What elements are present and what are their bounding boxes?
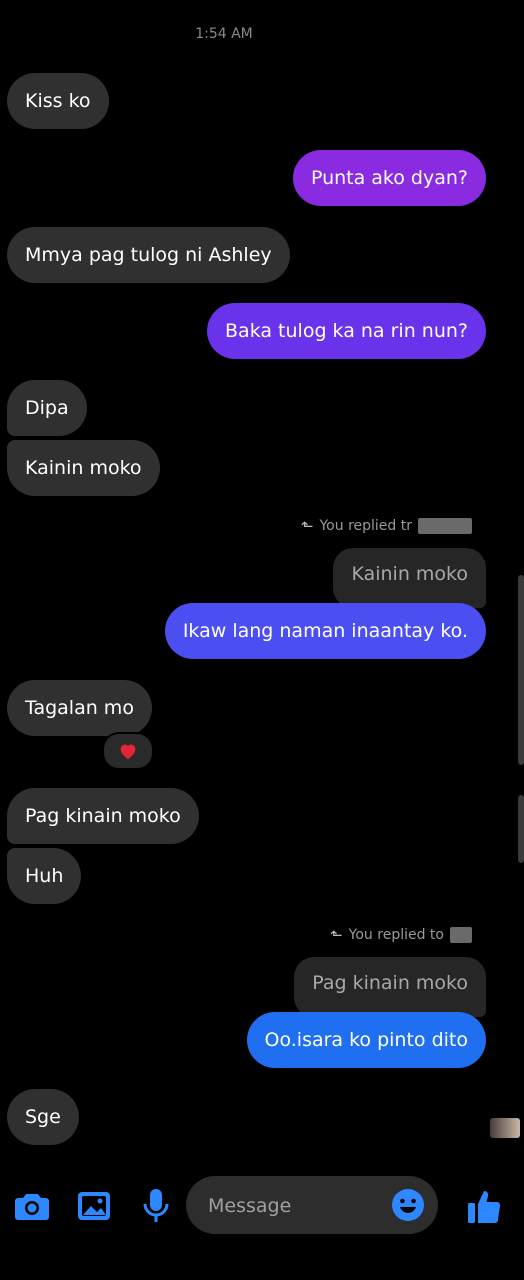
scrollbar-thumb[interactable] xyxy=(518,575,524,765)
message-bubble-incoming[interactable]: Tagalan mo xyxy=(7,680,152,736)
message-bubble-outgoing[interactable]: Oo.isara ko pinto dito xyxy=(246,1012,486,1068)
gallery-button[interactable] xyxy=(74,1186,114,1226)
image-icon xyxy=(78,1192,110,1220)
reply-arrow-icon: ⬑ xyxy=(330,926,343,944)
message-input[interactable] xyxy=(206,1176,390,1236)
message-bubble-incoming[interactable]: Mmya pag tulog ni Ashley xyxy=(7,227,290,283)
like-button[interactable] xyxy=(464,1184,504,1228)
message-bubble-incoming[interactable]: Kiss ko xyxy=(7,73,109,129)
redacted-name xyxy=(450,927,472,943)
camera-icon xyxy=(15,1194,49,1220)
heart-icon xyxy=(120,744,136,760)
reply-note: ⬑ You replied tr xyxy=(301,517,472,535)
timestamp: 1:54 AM xyxy=(195,26,253,42)
reply-arrow-icon: ⬑ xyxy=(300,517,314,535)
camera-button[interactable] xyxy=(12,1186,52,1226)
message-bubble-incoming[interactable]: Sge xyxy=(7,1089,79,1145)
quoted-message[interactable]: Pag kinain moko xyxy=(294,957,486,1017)
scrollbar-thumb[interactable] xyxy=(518,795,524,863)
message-bubble-outgoing[interactable]: Ikaw lang naman inaantay ko. xyxy=(164,603,486,659)
voice-button[interactable] xyxy=(136,1186,176,1226)
message-bubble-outgoing[interactable]: Baka tulog ka na rin nun? xyxy=(207,303,486,359)
reply-note: ⬑ You replied to xyxy=(330,926,472,944)
redacted-name xyxy=(418,518,472,534)
emoji-button[interactable] xyxy=(390,1187,426,1223)
reply-note-text: You replied to xyxy=(348,927,444,943)
emoji-icon xyxy=(392,1189,424,1221)
message-bubble-incoming[interactable]: Dipa xyxy=(7,380,87,436)
microphone-icon xyxy=(143,1189,169,1222)
reaction-badge[interactable] xyxy=(102,732,154,770)
quoted-message[interactable]: Kainin moko xyxy=(333,548,486,608)
reply-note-text: You replied tr xyxy=(319,518,412,534)
message-bubble-outgoing[interactable]: Punta ako dyan? xyxy=(292,150,486,206)
message-bubble-incoming[interactable]: Kainin moko xyxy=(7,440,160,496)
message-bubble-incoming[interactable]: Pag kinain moko xyxy=(7,788,199,844)
message-composer[interactable] xyxy=(186,1176,438,1236)
message-bubble-incoming[interactable]: Huh xyxy=(7,848,82,904)
thumbs-up-icon xyxy=(468,1191,501,1224)
seen-avatar xyxy=(490,1118,520,1138)
